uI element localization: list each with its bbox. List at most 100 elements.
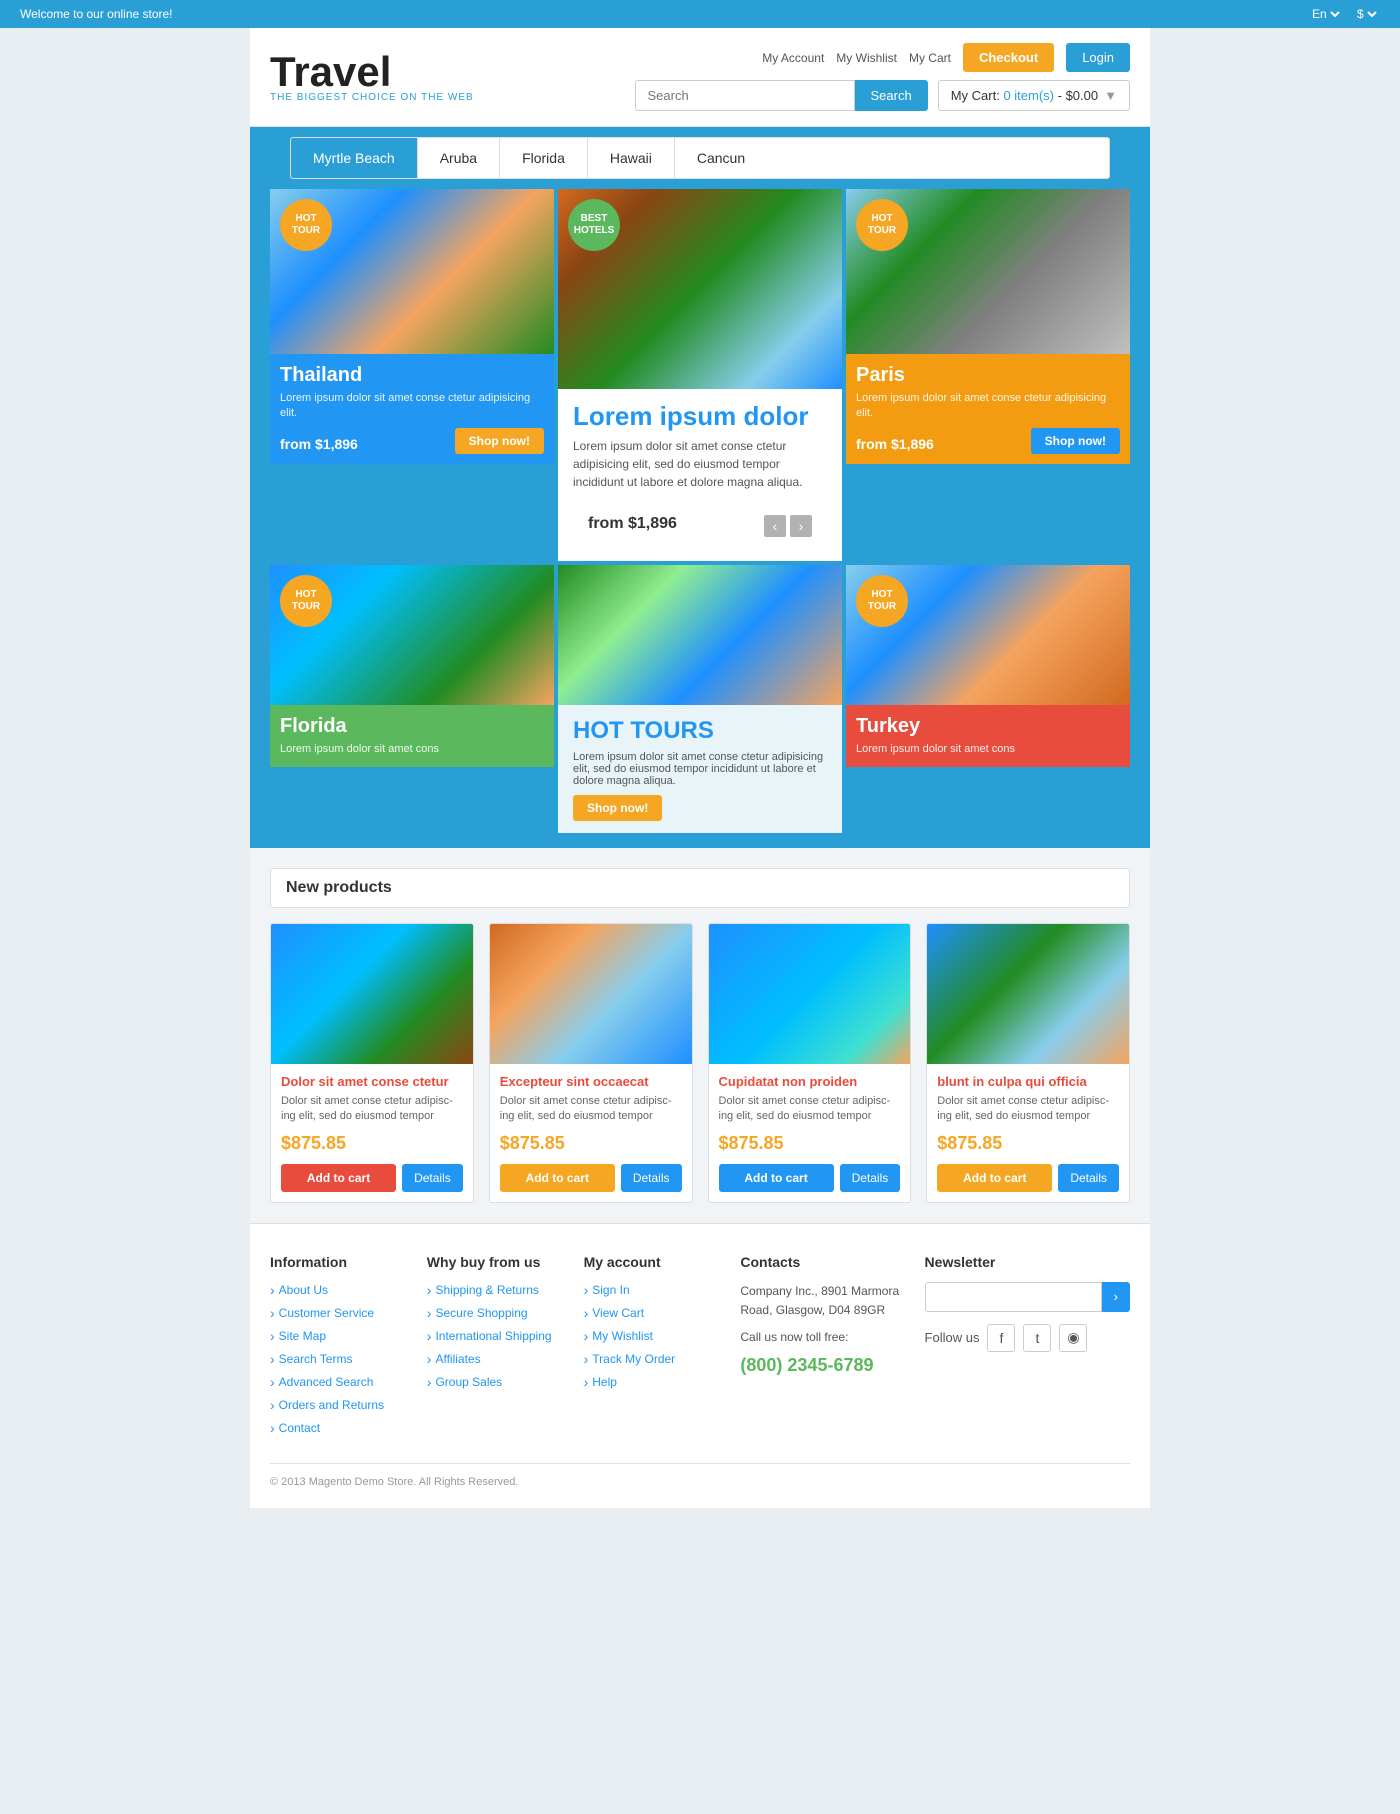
footer-info-title: Information [270, 1254, 407, 1270]
login-button[interactable]: Login [1066, 43, 1130, 72]
details-button-2[interactable]: Details [621, 1164, 682, 1192]
banner-lorem[interactable]: BESTHOTELS Lorem ipsum dolor Lorem ipsum… [558, 189, 842, 561]
nav-section: Myrtle Beach Aruba Florida Hawaii Cancun [250, 127, 1150, 189]
banner-hot-tours-shop-btn[interactable]: Shop now! [573, 795, 662, 821]
banner-lorem-price: from $1,896 [588, 515, 677, 533]
banner-turkey-badge: HOTTOUR [856, 575, 908, 627]
footer-link-site-map[interactable]: Site Map [270, 1328, 407, 1344]
banner-florida-badge: HOTTOUR [280, 575, 332, 627]
nav-tab-cancun[interactable]: Cancun [675, 138, 767, 178]
products-grid: Dolor sit amet conse ctetur Dolor sit am… [270, 923, 1130, 1203]
footer-link-search-terms[interactable]: Search Terms [270, 1351, 407, 1367]
footer-contacts-title: Contacts [740, 1254, 904, 1270]
nav-tab-myrtle-beach[interactable]: Myrtle Beach [291, 138, 418, 178]
new-products-section: New products Dolor sit amet conse ctetur… [250, 848, 1150, 1223]
footer-info-list: About Us Customer Service Site Map Searc… [270, 1282, 407, 1436]
cart-dropdown[interactable]: My Cart: 0 item(s) - $0.00 ▼ [938, 80, 1130, 111]
banner-paris-shop-btn[interactable]: Shop now! [1031, 428, 1120, 454]
footer-link-secure-shopping[interactable]: Secure Shopping [427, 1305, 564, 1321]
footer-phone: (800) 2345-6789 [740, 1355, 904, 1376]
logo-title: Travel [270, 51, 474, 93]
social-row: Follow us f t ◉ [925, 1324, 1130, 1352]
top-bar-right: En $ [1308, 6, 1380, 22]
newsletter-form: › [925, 1282, 1130, 1312]
banner-thailand-price: from $1,896 [280, 436, 358, 452]
banner-nav: ‹ › [764, 515, 812, 537]
my-account-link[interactable]: My Account [762, 51, 824, 65]
banner-thailand[interactable]: HOTTOUR Thailand Lorem ipsum dolor sit a… [270, 189, 554, 561]
nav-tab-hawaii[interactable]: Hawaii [588, 138, 675, 178]
add-to-cart-button-1[interactable]: Add to cart [281, 1164, 396, 1192]
banner-florida-caption: Florida Lorem ipsum dolor sit amet cons [270, 705, 554, 767]
banner-turkey-desc: Lorem ipsum dolor sit amet cons [856, 742, 1120, 757]
add-to-cart-button-4[interactable]: Add to cart [937, 1164, 1052, 1192]
banner-turkey[interactable]: HOTTOUR Turkey Lorem ipsum dolor sit ame… [846, 565, 1130, 833]
banner-paris-price-row: from $1,896 Shop now! [856, 428, 1120, 454]
main-wrapper: Travel THE BIGGEST CHOICE ON THE WEB My … [250, 28, 1150, 1508]
banner-hot-tours[interactable]: HOT TOURS Lorem ipsum dolor sit amet con… [558, 565, 842, 833]
details-button-3[interactable]: Details [840, 1164, 901, 1192]
footer-link-customer-service[interactable]: Customer Service [270, 1305, 407, 1321]
details-button-1[interactable]: Details [402, 1164, 463, 1192]
search-button[interactable]: Search [855, 80, 928, 111]
footer-link-wishlist[interactable]: My Wishlist [584, 1328, 721, 1344]
product-desc-2: Dolor sit amet conse ctetur adipisc-ing … [500, 1094, 682, 1125]
footer-link-about[interactable]: About Us [270, 1282, 407, 1298]
rss-icon[interactable]: ◉ [1059, 1324, 1087, 1352]
banner-hot-tours-caption: HOT TOURS Lorem ipsum dolor sit amet con… [558, 705, 842, 833]
nav-tab-florida[interactable]: Florida [500, 138, 588, 178]
footer: Information About Us Customer Service Si… [250, 1223, 1150, 1508]
footer-link-track-order[interactable]: Track My Order [584, 1351, 721, 1367]
my-wishlist-link[interactable]: My Wishlist [836, 51, 897, 65]
footer-col-contacts: Contacts Company Inc., 8901 Marmora Road… [740, 1254, 904, 1443]
banner-paris[interactable]: HOTTOUR Paris Lorem ipsum dolor sit amet… [846, 189, 1130, 561]
follow-us-label: Follow us [925, 1330, 980, 1345]
add-to-cart-button-2[interactable]: Add to cart [500, 1164, 615, 1192]
banner-hot-tours-title: HOT TOURS [573, 717, 827, 745]
footer-link-affiliates[interactable]: Affiliates [427, 1351, 564, 1367]
footer-link-shipping[interactable]: Shipping & Returns [427, 1282, 564, 1298]
banner-prev-btn[interactable]: ‹ [764, 515, 786, 537]
top-bar: Welcome to our online store! En $ [0, 0, 1400, 28]
search-input[interactable] [635, 80, 855, 111]
add-to-cart-button-3[interactable]: Add to cart [719, 1164, 834, 1192]
language-select[interactable]: En [1308, 6, 1343, 22]
nav-tab-aruba[interactable]: Aruba [418, 138, 500, 178]
footer-link-orders-returns[interactable]: Orders and Returns [270, 1397, 407, 1413]
banner-thailand-price-row: from $1,896 Shop now! [280, 428, 544, 454]
product-card-2: Excepteur sint occaecat Dolor sit amet c… [489, 923, 693, 1203]
product-price-1: $875.85 [281, 1133, 463, 1154]
banner-florida-desc: Lorem ipsum dolor sit amet cons [280, 742, 544, 757]
banner-florida[interactable]: HOTTOUR Florida Lorem ipsum dolor sit am… [270, 565, 554, 833]
my-cart-link[interactable]: My Cart [909, 51, 951, 65]
footer-link-sign-in[interactable]: Sign In [584, 1282, 721, 1298]
header: Travel THE BIGGEST CHOICE ON THE WEB My … [250, 28, 1150, 127]
product-price-3: $875.85 [719, 1133, 901, 1154]
product-image-4 [927, 924, 1129, 1064]
banner-thailand-caption: Thailand Lorem ipsum dolor sit amet cons… [270, 354, 554, 464]
newsletter-subscribe-btn[interactable]: › [1102, 1282, 1130, 1312]
newsletter-input[interactable] [925, 1282, 1102, 1312]
footer-link-advanced-search[interactable]: Advanced Search [270, 1374, 407, 1390]
currency-select[interactable]: $ [1353, 6, 1380, 22]
footer-col-newsletter: Newsletter › Follow us f t ◉ [925, 1254, 1130, 1443]
footer-link-intl-shipping[interactable]: International Shipping [427, 1328, 564, 1344]
twitter-icon[interactable]: t [1023, 1324, 1051, 1352]
footer-link-group-sales[interactable]: Group Sales [427, 1374, 564, 1390]
banner-thailand-shop-btn[interactable]: Shop now! [455, 428, 544, 454]
checkout-button[interactable]: Checkout [963, 43, 1054, 72]
banner-lorem-caption: Lorem ipsum dolor Lorem ipsum dolor sit … [558, 389, 842, 561]
facebook-icon[interactable]: f [987, 1324, 1015, 1352]
product-desc-1: Dolor sit amet conse ctetur adipisc-ing … [281, 1094, 463, 1125]
search-form: Search [635, 80, 928, 111]
footer-bottom: © 2013 Magento Demo Store. All Rights Re… [270, 1463, 1130, 1488]
footer-link-contact[interactable]: Contact [270, 1420, 407, 1436]
cart-label: My Cart: 0 item(s) - $0.00 [951, 88, 1098, 103]
banner-paris-badge: HOTTOUR [856, 199, 908, 251]
product-title-4: blunt in culpa qui officia [937, 1074, 1119, 1089]
footer-link-view-cart[interactable]: View Cart [584, 1305, 721, 1321]
details-button-4[interactable]: Details [1058, 1164, 1119, 1192]
logo-subtitle: THE BIGGEST CHOICE ON THE WEB [270, 93, 474, 103]
footer-link-help[interactable]: Help [584, 1374, 721, 1390]
banner-next-btn[interactable]: › [790, 515, 812, 537]
